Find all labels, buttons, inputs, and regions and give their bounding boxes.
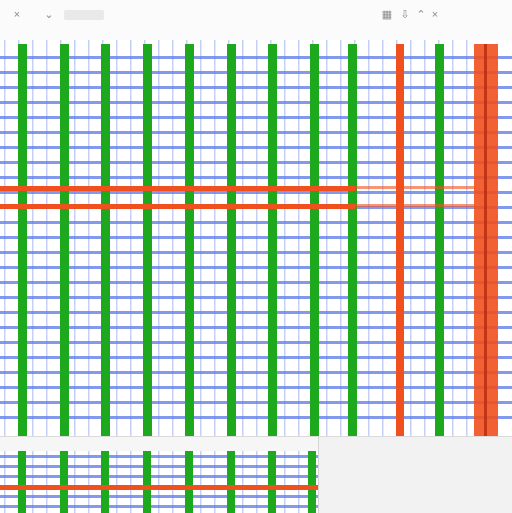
major-grid-column (227, 44, 236, 436)
major-grid-column (18, 451, 26, 513)
major-grid-column (143, 451, 151, 513)
minor-grid-column (368, 40, 370, 436)
window-close-icon[interactable]: × (428, 8, 442, 22)
highlight-column (396, 44, 404, 436)
minor-grid-column (256, 40, 258, 436)
minor-grid-column (242, 40, 244, 436)
expand-icon[interactable]: ⌃ (414, 8, 428, 22)
grid-canvas[interactable] (0, 40, 512, 436)
bottom-panel (0, 436, 512, 513)
minor-grid-column (130, 451, 132, 513)
major-grid-column (185, 451, 193, 513)
major-grid-column (60, 451, 68, 513)
minor-grid-column (158, 451, 160, 513)
highlight-row (0, 485, 318, 490)
minor-grid-column (46, 40, 48, 436)
minor-grid-column (4, 40, 6, 436)
minor-grid-column (452, 40, 454, 436)
major-grid-column (310, 44, 319, 436)
minor-grid-column (172, 40, 174, 436)
major-grid-column (60, 44, 69, 436)
close-icon[interactable]: × (10, 8, 24, 22)
minor-grid-column (88, 451, 90, 513)
minor-grid-column (200, 40, 202, 436)
minor-grid-column (200, 451, 202, 513)
minor-grid-column (298, 40, 300, 436)
minor-grid-column (284, 451, 286, 513)
minor-grid-column (214, 451, 216, 513)
major-grid-column (18, 44, 27, 436)
highlight-row (355, 204, 475, 207)
empty-panel (318, 437, 512, 513)
major-grid-column (101, 451, 109, 513)
major-grid-column (348, 44, 357, 436)
major-grid-column (227, 451, 235, 513)
minor-grid-column (466, 40, 468, 436)
minor-grid-column (298, 451, 300, 513)
minor-grid-column (116, 451, 118, 513)
minor-grid-column (256, 451, 258, 513)
minor-grid-column (410, 40, 412, 436)
collapse-icon[interactable]: ⌄ (42, 8, 56, 22)
major-grid-column (143, 44, 152, 436)
minor-grid-column (74, 40, 76, 436)
major-grid-column (268, 451, 276, 513)
highlight-row (355, 186, 475, 189)
major-grid-column (435, 44, 444, 436)
minor-grid-column (172, 451, 174, 513)
minor-grid-column (116, 40, 118, 436)
minor-grid-column (88, 40, 90, 436)
major-grid-column (185, 44, 194, 436)
minor-grid-column (4, 451, 6, 513)
minor-grid-column (382, 40, 384, 436)
toolbar: × ⌄ ▦ ⇩ ⌃ × (0, 0, 512, 41)
minor-grid-column (32, 40, 34, 436)
minor-grid-column (158, 40, 160, 436)
minor-grid-column (284, 40, 286, 436)
toolbar-field[interactable] (64, 10, 104, 20)
minor-grid-column (32, 451, 34, 513)
minor-grid-column (340, 40, 342, 436)
mini-grid-canvas[interactable] (0, 451, 319, 513)
minor-grid-column (74, 451, 76, 513)
minor-grid-column (130, 40, 132, 436)
minor-grid-column (424, 40, 426, 436)
major-grid-column (308, 451, 316, 513)
minor-grid-column (46, 451, 48, 513)
major-grid-column (268, 44, 277, 436)
minor-grid-column (326, 40, 328, 436)
grid-svg (0, 40, 512, 436)
major-grid-column (101, 44, 110, 436)
minor-grid-column (242, 451, 244, 513)
highlight-column-core (484, 44, 487, 436)
minor-grid-column (214, 40, 216, 436)
highlight-row (0, 204, 355, 209)
highlight-row (0, 186, 355, 191)
mini-grid-svg (0, 451, 318, 513)
grid-toggle-icon[interactable]: ▦ (380, 8, 394, 22)
export-icon[interactable]: ⇩ (398, 8, 412, 22)
